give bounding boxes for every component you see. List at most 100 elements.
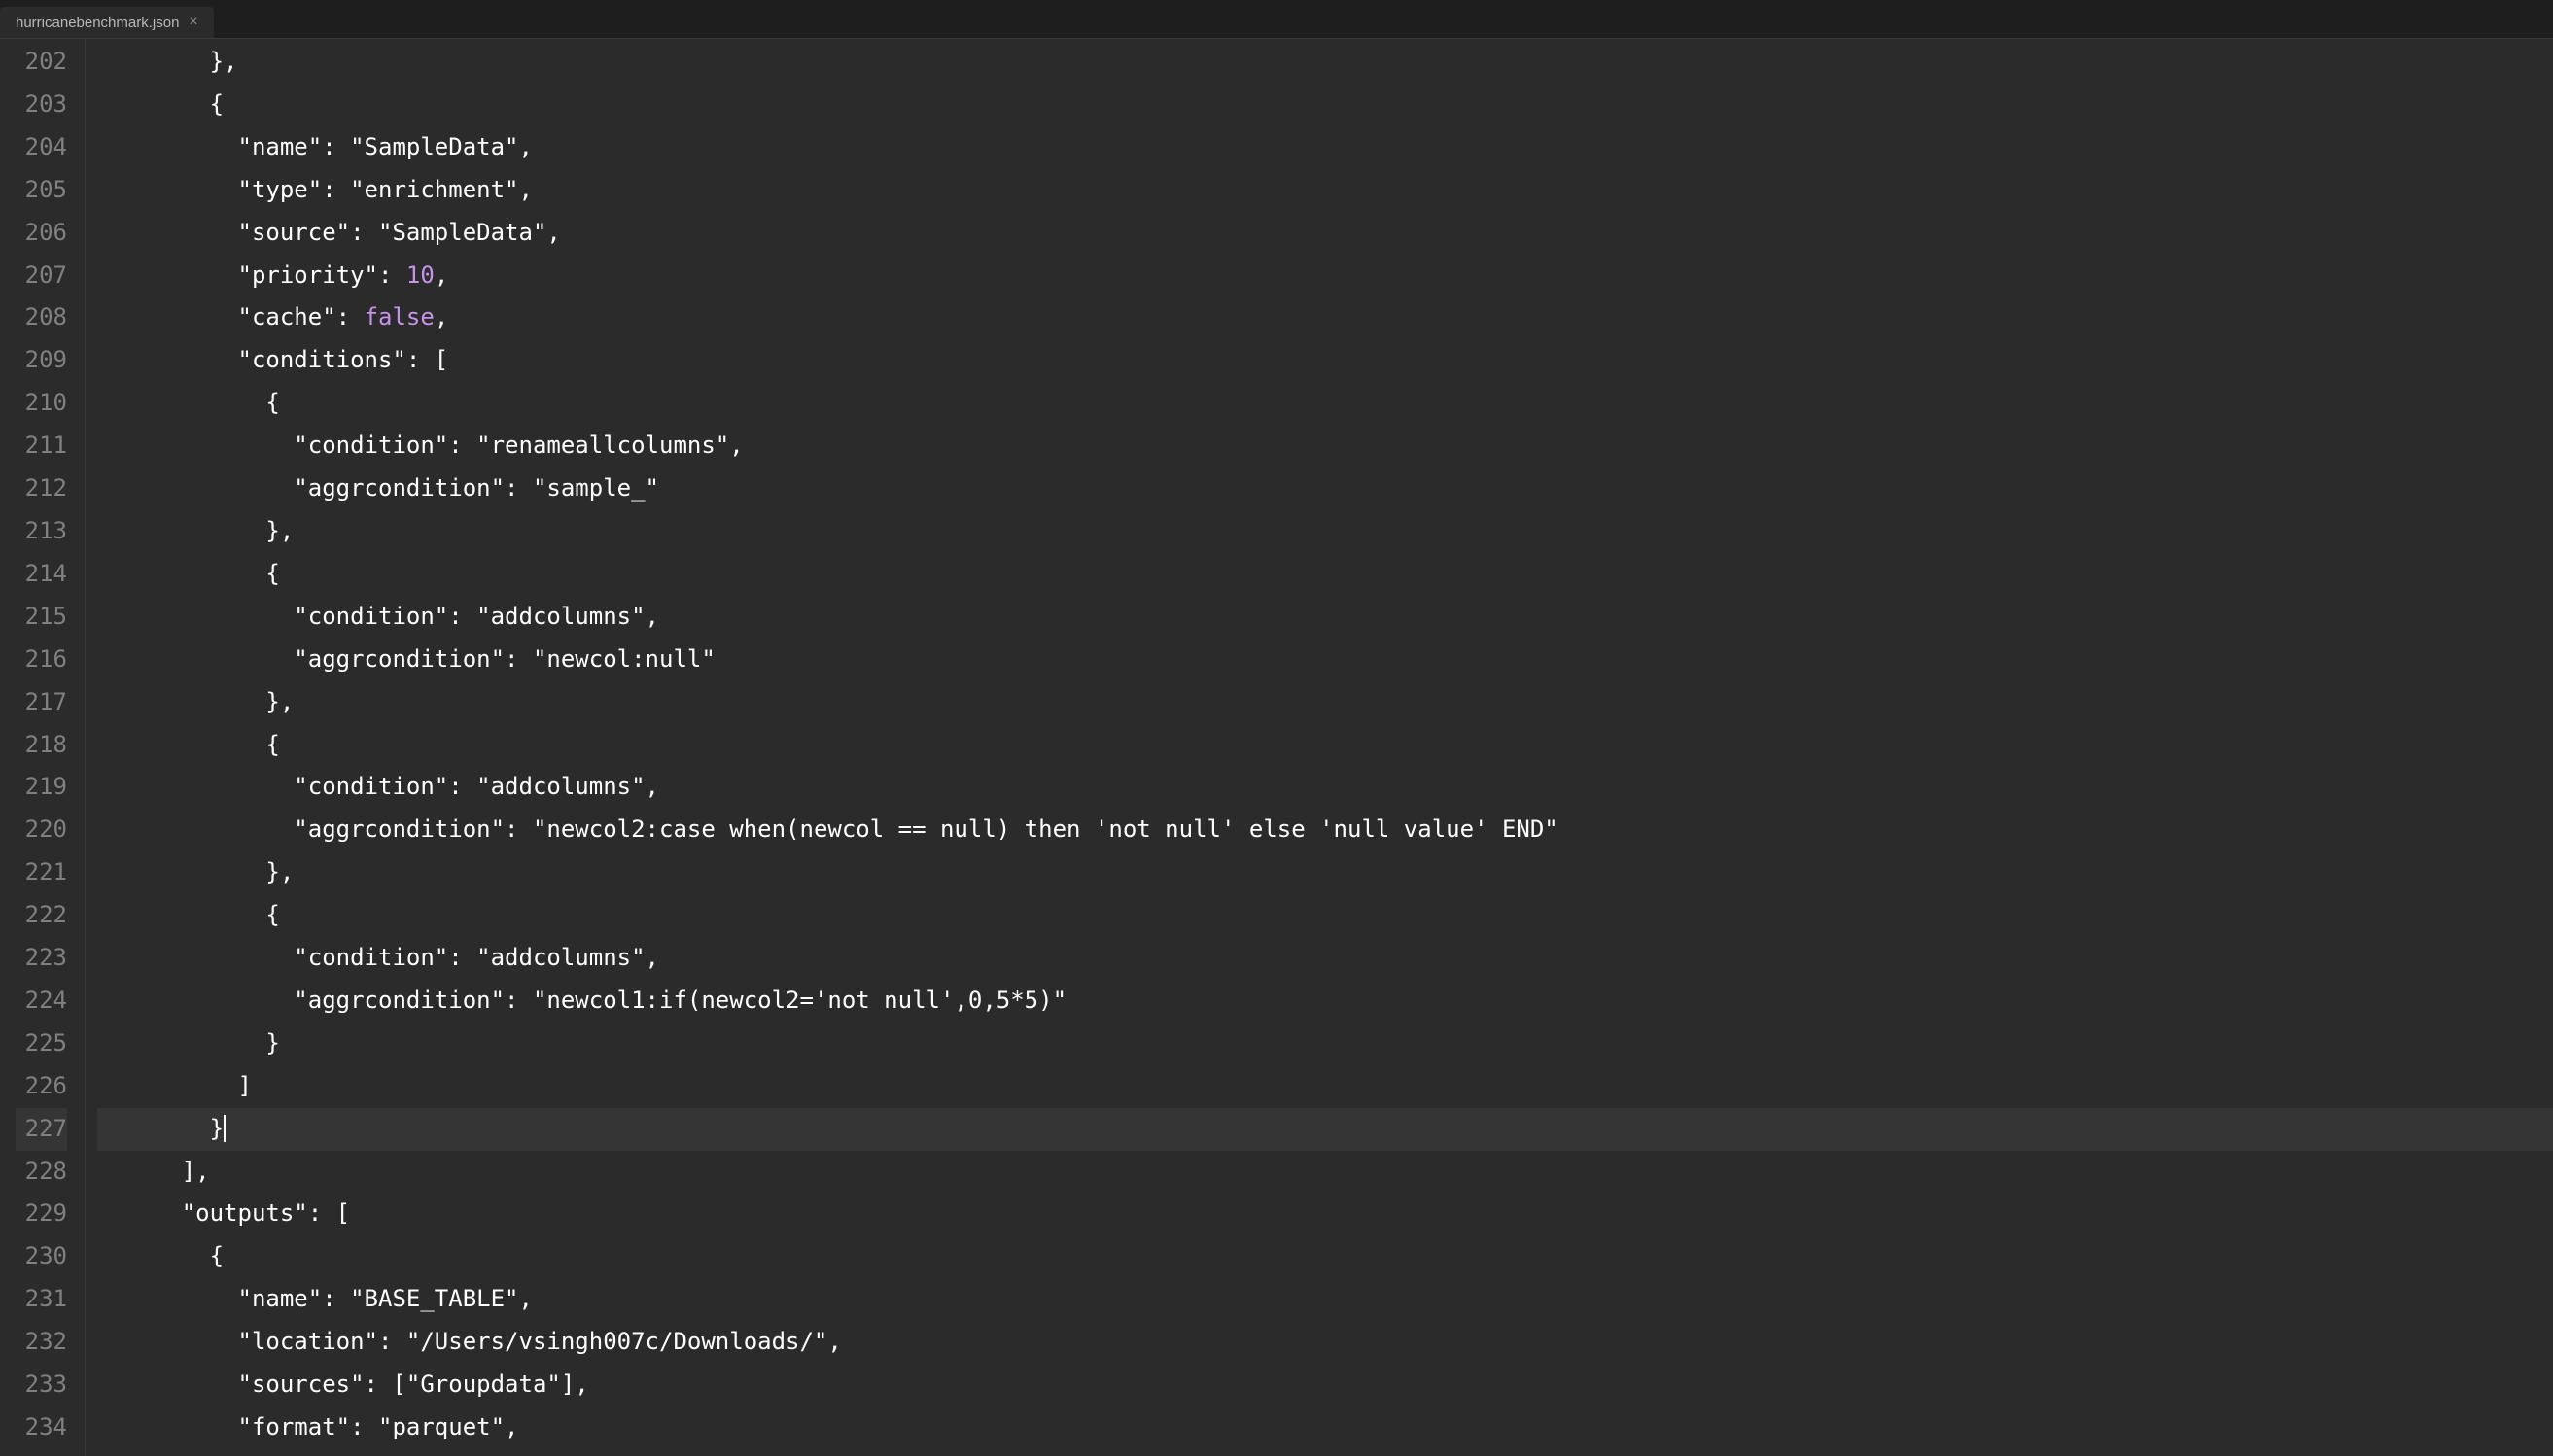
token-key: "condition" [294, 944, 448, 971]
code-line[interactable]: { [97, 553, 2553, 596]
code-line[interactable]: "source": "SampleData", [97, 212, 2553, 255]
token-punct: , [646, 603, 659, 630]
code-line[interactable]: } [97, 1023, 2553, 1065]
code-line[interactable]: ], [97, 1151, 2553, 1194]
token-punct: : [448, 944, 476, 971]
code-line[interactable]: "condition": "addcolumns", [97, 766, 2553, 809]
code-line[interactable]: "cache": false, [97, 296, 2553, 339]
line-number: 231 [16, 1278, 67, 1321]
code-line[interactable]: "condition": "renameallcolumns", [97, 425, 2553, 468]
code-line[interactable]: "type": "enrichment", [97, 169, 2553, 212]
token-key: "name" [238, 133, 323, 160]
token-punct: }, [97, 688, 294, 715]
line-number: 217 [16, 681, 67, 724]
tab-bar: hurricanebenchmark.json × [0, 0, 2553, 39]
line-number: 224 [16, 980, 67, 1023]
line-number: 222 [16, 894, 67, 937]
code-line[interactable]: }, [97, 681, 2553, 724]
code-line[interactable]: "priority": 10, [97, 255, 2553, 297]
code-line[interactable]: }, [97, 851, 2553, 894]
token-string: "newcol2:case when(newcol == null) then … [533, 815, 1558, 843]
token-punct: , [435, 261, 448, 289]
token-punct: { [97, 560, 280, 587]
code-line[interactable]: { [97, 84, 2553, 126]
code-line[interactable]: "format": "parquet", [97, 1406, 2553, 1449]
close-icon[interactable]: × [189, 15, 197, 30]
token-string: "SampleData" [350, 133, 518, 160]
token-string: "parquet" [378, 1413, 505, 1440]
token-punct: , [435, 303, 448, 330]
code-line[interactable]: "conditions": [ [97, 339, 2553, 382]
token-string: "Groupdata" [406, 1370, 561, 1398]
token-key: "conditions" [238, 346, 406, 373]
code-line[interactable]: "condition": "addcolumns", [97, 596, 2553, 639]
token-punct: : [448, 773, 476, 800]
code-line[interactable]: "aggrcondition": "newcol1:if(newcol2='no… [97, 980, 2553, 1023]
line-number: 234 [16, 1406, 67, 1449]
line-number: 214 [16, 553, 67, 596]
token-punct [97, 303, 238, 330]
code-line[interactable]: "name": "SampleData", [97, 126, 2553, 169]
line-number: 223 [16, 937, 67, 980]
editor: 2022032042052062072082092102112122132142… [0, 39, 2553, 1456]
line-number: 208 [16, 296, 67, 339]
line-number: 230 [16, 1235, 67, 1278]
token-string: "addcolumns" [476, 603, 645, 630]
code-line[interactable]: "name": "BASE_TABLE", [97, 1278, 2553, 1321]
token-punct: { [97, 1242, 224, 1269]
token-key: "cache" [238, 303, 336, 330]
token-key: "aggrcondition" [294, 987, 505, 1014]
token-punct: : [448, 432, 476, 459]
code-line[interactable]: { [97, 382, 2553, 425]
token-punct [97, 346, 238, 373]
code-line[interactable]: "outputs": [ [97, 1193, 2553, 1235]
line-number: 210 [16, 382, 67, 425]
token-cursor [224, 1115, 226, 1142]
code-line[interactable]: "aggrcondition": "sample_" [97, 468, 2553, 510]
code-line[interactable]: { [97, 1235, 2553, 1278]
token-punct: } [97, 1029, 280, 1057]
code-line[interactable]: { [97, 724, 2553, 767]
line-number: 203 [16, 84, 67, 126]
token-punct [97, 645, 294, 673]
code-line[interactable]: ] [97, 1065, 2553, 1108]
token-string: "BASE_TABLE" [350, 1285, 518, 1312]
code-line[interactable]: "condition": "addcolumns", [97, 937, 2553, 980]
token-punct: , [519, 1285, 533, 1312]
file-tab[interactable]: hurricanebenchmark.json × [0, 7, 214, 38]
line-number-gutter: 2022032042052062072082092102112122132142… [8, 39, 86, 1456]
token-punct [97, 474, 294, 502]
token-string: "addcolumns" [476, 773, 645, 800]
token-punct [97, 261, 238, 289]
code-line[interactable]: "aggrcondition": "newcol2:case when(newc… [97, 809, 2553, 851]
token-punct [97, 773, 294, 800]
token-punct: : [505, 987, 533, 1014]
code-line[interactable]: }, [97, 510, 2553, 553]
token-punct: , [729, 432, 743, 459]
code-line[interactable]: "aggrcondition": "newcol:null" [97, 639, 2553, 681]
token-key: "name" [238, 1285, 323, 1312]
code-line[interactable]: "location": "/Users/vsingh007c/Downloads… [97, 1321, 2553, 1364]
line-number: 205 [16, 169, 67, 212]
code-line[interactable]: "sources": ["Groupdata"], [97, 1364, 2553, 1406]
token-punct: , [646, 944, 659, 971]
token-punct: , [546, 219, 560, 246]
line-number: 215 [16, 596, 67, 639]
token-punct: , [646, 773, 659, 800]
token-punct: : [505, 645, 533, 673]
code-area[interactable]: }, { "name": "SampleData", "type": "enri… [86, 39, 2553, 1456]
token-punct [97, 432, 294, 459]
modification-indicator-gutter [0, 39, 8, 1456]
line-number: 202 [16, 41, 67, 84]
code-line[interactable]: }, [97, 41, 2553, 84]
token-punct: : [336, 303, 365, 330]
token-punct [97, 1328, 238, 1355]
line-number: 211 [16, 425, 67, 468]
line-number: 219 [16, 766, 67, 809]
token-punct [97, 815, 294, 843]
token-punct [97, 219, 238, 246]
code-line[interactable]: } [97, 1108, 2553, 1151]
token-punct [97, 944, 294, 971]
line-number: 228 [16, 1151, 67, 1194]
code-line[interactable]: { [97, 894, 2553, 937]
